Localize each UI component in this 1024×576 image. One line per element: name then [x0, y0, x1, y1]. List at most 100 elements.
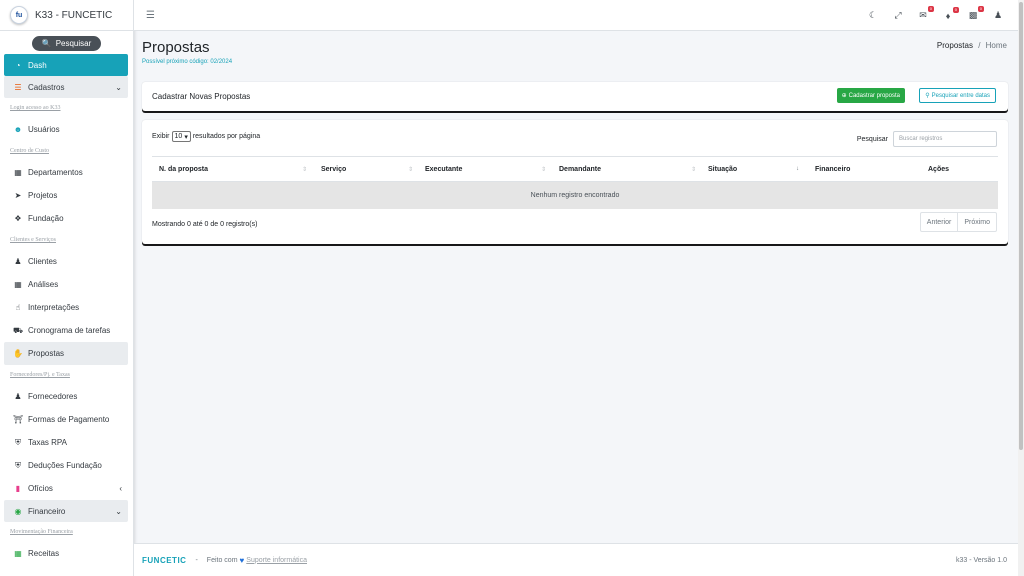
- page-scrollbar[interactable]: [1018, 0, 1024, 576]
- sidebar-item-label: Usuários: [28, 125, 60, 134]
- page-length-control: Exibir 10 ▾ resultados por página: [152, 131, 260, 142]
- building-icon: ▦: [14, 168, 22, 177]
- sidebar-item-receitas[interactable]: ▦ Receitas: [4, 542, 128, 565]
- handshake-icon: ❖: [14, 214, 22, 223]
- scrollbar-thumb[interactable]: [1019, 2, 1023, 450]
- column-header[interactable]: Situação: [708, 166, 737, 173]
- breadcrumb-home[interactable]: Home: [986, 41, 1007, 50]
- bank-icon: ⛩: [13, 415, 24, 424]
- sidebar: fu K33 - FUNCETIC 🔍 Pesquisar ◔ Dash ☰ C…: [0, 0, 134, 576]
- show-suffix: resultados por página: [192, 133, 261, 140]
- hand-coin-icon: ✋: [13, 349, 23, 358]
- sidebar-search-label: Pesquisar: [55, 39, 92, 48]
- card-title: Cadastrar Novas Propostas: [152, 92, 251, 101]
- sort-icon: ⇕: [302, 167, 308, 173]
- sidebar-item-deducoes[interactable]: ⛨ Deduções Fundação: [4, 454, 128, 477]
- sidebar-item-propostas[interactable]: ✋ Propostas: [4, 342, 128, 365]
- footer-brand: FUNCETIC: [142, 555, 187, 565]
- sidebar-item-label: Projetos: [28, 191, 58, 200]
- add-proposal-button[interactable]: ⊕ Cadastrar proposta: [836, 88, 905, 103]
- sidebar-item-usuarios[interactable]: ☻ Usuários: [4, 118, 128, 141]
- search-icon: ⚲: [925, 93, 930, 99]
- sidebar-item-fundacao[interactable]: ❖ Fundação: [4, 207, 128, 230]
- page-length-value: 10: [174, 133, 183, 140]
- app-version: k33 - Versão 1.0: [956, 556, 1007, 564]
- dashboard-icon: ◔: [15, 60, 21, 70]
- column-header: Ações: [928, 166, 950, 173]
- sidebar-item-label: Clientes: [28, 257, 57, 266]
- sidebar-item-departamentos[interactable]: ▦ Departamentos: [4, 161, 128, 184]
- user-menu-icon[interactable]: ♟: [992, 10, 1004, 21]
- sidebar-item-analises[interactable]: ▦ Análises: [4, 273, 128, 296]
- proposals-table: N. da proposta ⇕ Serviço ⇕ Executante ⇕ …: [152, 156, 998, 209]
- column-header[interactable]: Demandante: [559, 166, 601, 173]
- column-header[interactable]: Financeiro: [815, 166, 850, 173]
- sidebar-item-label: Interpretações: [28, 303, 80, 312]
- breadcrumb-current: Propostas: [936, 41, 973, 50]
- chevron-down-icon: ▾: [184, 133, 188, 141]
- tasks-icon[interactable]: ▩ 0: [967, 6, 984, 21]
- pagination: Anterior Próximo: [919, 212, 997, 232]
- sidebar-item-interpretacoes[interactable]: ☝ Interpretações: [4, 296, 128, 319]
- tasks-badge: 0: [977, 6, 984, 12]
- sidebar-item-taxas-rpa[interactable]: ⛨ Taxas RPA: [4, 431, 128, 454]
- sidebar-header: Login acesso ao K33: [10, 105, 61, 111]
- menu-toggle-icon[interactable]: ☰: [146, 10, 155, 21]
- sidebar-item-clientes[interactable]: ♟ Clientes: [4, 250, 128, 273]
- grid-icon: ▦: [14, 280, 22, 289]
- chevron-left-icon: ‹: [119, 484, 122, 493]
- previous-page-button[interactable]: Anterior: [921, 213, 958, 231]
- main-content: Propostas Possível próximo código: 02/20…: [134, 31, 1018, 543]
- plus-circle-icon: ⊕: [841, 93, 847, 99]
- show-label: Exibir: [152, 133, 170, 140]
- sort-desc-icon: ↓: [796, 166, 799, 172]
- page-length-select[interactable]: 10 ▾: [171, 131, 191, 142]
- sidebar-item-financeiro[interactable]: ◉ Financeiro ⌄: [4, 500, 128, 522]
- topbar: ☰ ☾ ⤢ ✉ 0 ♦ 0 ▩ 0 ♟: [134, 0, 1018, 31]
- next-page-button[interactable]: Próximo: [957, 213, 996, 231]
- messages-badge: 0: [927, 6, 934, 12]
- sidebar-item-projetos[interactable]: ➤ Projetos: [4, 184, 128, 207]
- sidebar-item-cronograma[interactable]: ⛟ Cronograma de tarefas: [4, 319, 128, 342]
- sidebar-search-button[interactable]: 🔍 Pesquisar: [31, 36, 102, 51]
- column-header[interactable]: Executante: [425, 166, 462, 173]
- column-header[interactable]: N. da proposta: [159, 166, 208, 173]
- shield-icon: ⛨: [15, 460, 21, 470]
- heart-icon: ♥: [239, 555, 245, 565]
- sidebar-item-label: Receitas: [28, 549, 60, 558]
- sidebar-item-formas-pagamento[interactable]: ⛩ Formas de Pagamento: [4, 408, 128, 431]
- file-icon: ▮: [15, 484, 21, 493]
- table-search-input[interactable]: Buscar registros: [893, 131, 997, 147]
- money-bag-icon: ◉: [14, 506, 22, 516]
- sidebar-item-dash[interactable]: ◔ Dash: [4, 54, 128, 76]
- sidebar-item-fornecedores[interactable]: ♟ Fornecedores: [4, 385, 128, 408]
- dark-mode-icon[interactable]: ☾: [867, 10, 879, 21]
- table-info: Mostrando 0 até 0 de 0 registro(s): [152, 221, 258, 228]
- fullscreen-icon[interactable]: ⤢: [892, 10, 904, 21]
- sidebar-item-label: Financeiro: [28, 506, 66, 516]
- table-search-control: Pesquisar Buscar registros: [857, 131, 997, 147]
- user-icon: ☻: [13, 125, 23, 134]
- sidebar-header: Centro de Custo: [10, 148, 49, 154]
- brand-title: K33 - FUNCETIC: [35, 9, 113, 21]
- table-header: N. da proposta ⇕ Serviço ⇕ Executante ⇕ …: [152, 156, 998, 182]
- column-header[interactable]: Serviço: [321, 166, 346, 173]
- chevron-down-icon: ⌄: [115, 506, 122, 516]
- brand-link[interactable]: fu K33 - FUNCETIC: [0, 0, 133, 31]
- search-between-dates-label: Pesquisar entre datas: [931, 92, 990, 99]
- sort-icon: ⇕: [408, 167, 414, 173]
- footer-separator: -: [195, 556, 198, 564]
- sidebar-item-cadastros[interactable]: ☰ Cadastros ⌄: [4, 76, 128, 98]
- sort-icon: ⇕: [691, 167, 697, 173]
- proposals-table-card: Exibir 10 ▾ resultados por página Pesqui…: [142, 120, 1008, 244]
- sidebar-item-label: Cadastros: [28, 82, 65, 92]
- messages-icon[interactable]: ✉ 0: [917, 6, 934, 21]
- search-between-dates-button[interactable]: ⚲ Pesquisar entre datas: [919, 88, 996, 103]
- page-title: Propostas: [142, 39, 210, 56]
- support-link[interactable]: Suporte informática: [246, 557, 307, 564]
- truck-icon: ⛟: [13, 325, 24, 335]
- notifications-icon[interactable]: ♦ 0: [942, 6, 959, 21]
- empty-table-row: Nenhum registro encontrado: [152, 182, 998, 209]
- brand-logo: fu: [10, 6, 28, 24]
- sidebar-item-oficios[interactable]: ▮ Ofícios ‹: [4, 477, 128, 500]
